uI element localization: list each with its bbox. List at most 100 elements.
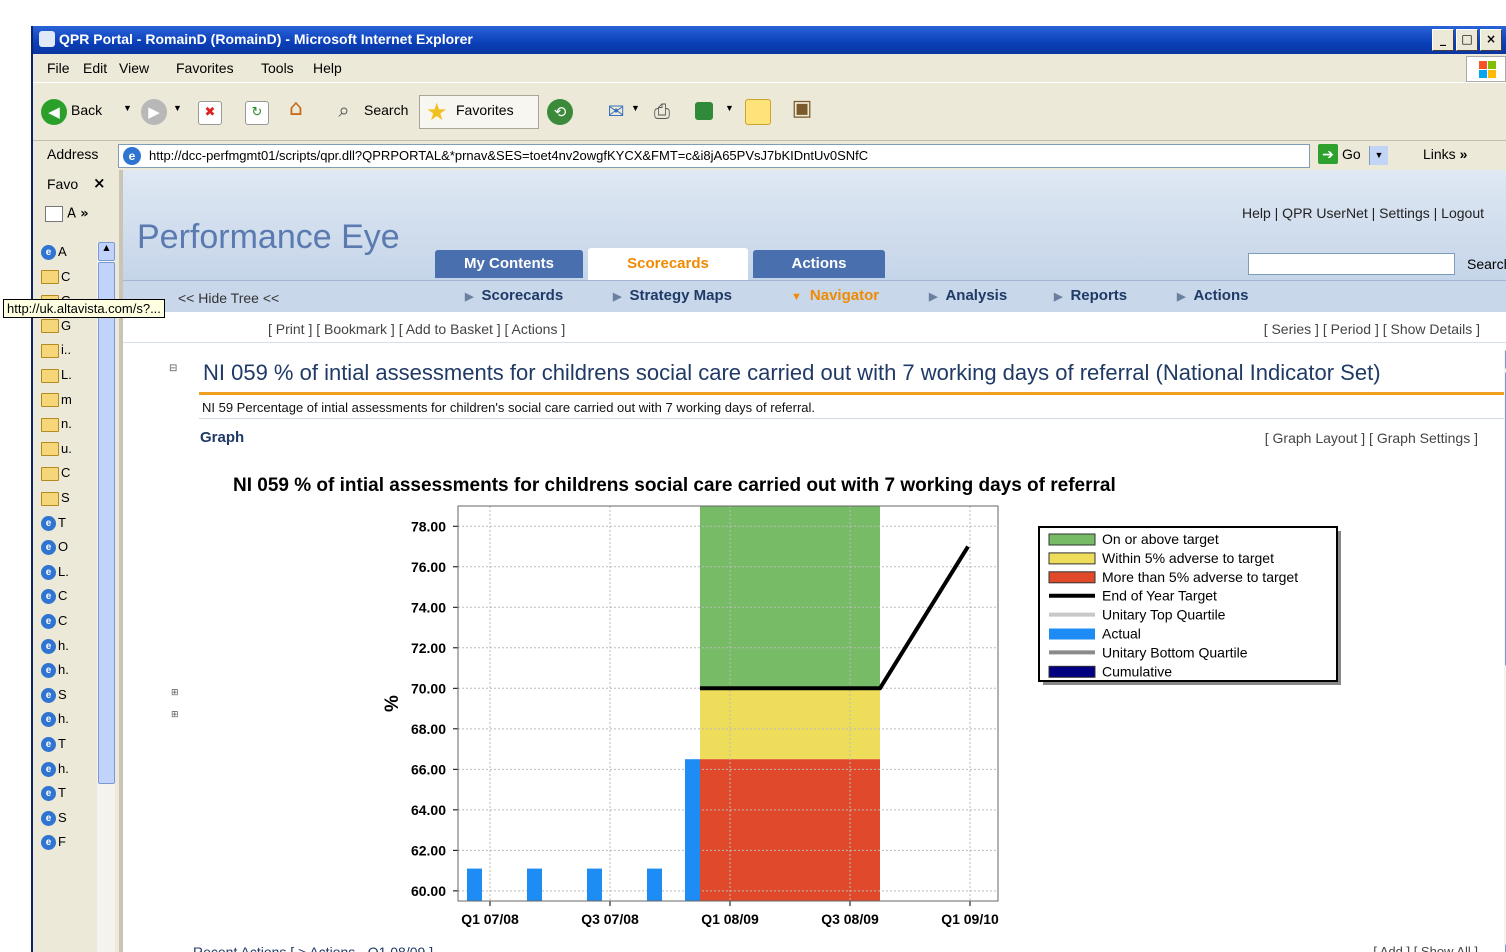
folder-icon <box>41 442 59 457</box>
favorite-item[interactable]: eF <box>41 834 66 852</box>
desktop-background <box>0 0 1506 26</box>
maximize-button[interactable]: □ <box>1456 29 1478 51</box>
favorites-close-icon[interactable]: × <box>93 174 106 192</box>
ie-page-icon: e <box>41 515 56 531</box>
favorite-item[interactable]: n. <box>41 416 72 434</box>
favorite-item[interactable]: e h. <box>41 761 69 779</box>
back-dropdown-icon[interactable]: ▼ <box>123 103 132 113</box>
y-tick-label: 60.00 <box>411 883 446 899</box>
favorites-scrollbar[interactable]: ▲ <box>97 242 115 952</box>
ie-page-icon: e <box>41 712 56 728</box>
y-tick-label: 70.00 <box>411 680 446 696</box>
favorites-button-frame[interactable]: ★ Favorites <box>419 95 539 129</box>
notes-icon[interactable] <box>745 99 771 125</box>
favorite-item[interactable]: G <box>41 318 71 336</box>
recent-actions-links[interactable]: [ Add ] [ Show All ] <box>1373 944 1478 952</box>
favorite-item[interactable]: eS <box>41 810 67 828</box>
favorite-item-label: L. <box>58 563 69 579</box>
x-tick-label: Q3 07/08 <box>581 911 639 927</box>
links-toolbar[interactable]: Links » <box>1423 146 1467 162</box>
favorite-item[interactable]: eT <box>41 785 66 803</box>
folder-icon <box>41 466 59 481</box>
y-tick-label: 62.00 <box>411 842 446 858</box>
folder-icon <box>41 270 59 285</box>
add-icon <box>45 206 63 222</box>
bar-actual <box>587 868 602 901</box>
favorite-item[interactable]: S <box>41 490 70 508</box>
add-favorite-row[interactable]: A » <box>45 206 89 222</box>
menu-edit[interactable]: Edit <box>83 60 107 76</box>
favorite-item[interactable]: e h. <box>41 662 69 680</box>
mail-icon[interactable]: ✉ <box>605 100 627 122</box>
stop-icon[interactable]: ✖ <box>198 101 222 125</box>
scroll-thumb[interactable] <box>98 262 115 784</box>
mail-dropdown-icon[interactable]: ▼ <box>631 103 640 113</box>
forward-arrow-icon[interactable]: ▶ <box>141 99 167 125</box>
folder-icon <box>41 368 59 383</box>
favorite-item[interactable]: e h. <box>41 711 69 729</box>
recent-actions[interactable]: Recent Actions [ > Actions - Q1 08/09 ] <box>193 944 433 952</box>
favorite-item[interactable]: C <box>41 269 70 287</box>
favorite-item[interactable]: eS <box>41 687 67 705</box>
windows-logo-icon <box>1466 56 1506 82</box>
ie-page-icon: e <box>41 589 56 605</box>
ie-page-icon: e <box>41 737 56 753</box>
favorite-item[interactable]: C <box>41 465 70 483</box>
menu-file[interactable]: File <box>47 60 70 76</box>
ie-page-icon: e <box>41 810 56 826</box>
scroll-up-icon[interactable]: ▲ <box>98 242 115 261</box>
window-title: QPR Portal - RomainD (RomainD) - Microso… <box>59 31 473 47</box>
title-bar[interactable]: QPR Portal - RomainD (RomainD) - Microso… <box>33 26 1506 54</box>
y-tick-label: 72.00 <box>411 640 446 656</box>
back-arrow-icon[interactable]: ◀ <box>41 99 67 125</box>
address-bar: Address e http://dcc-perfmgmt01/scripts/… <box>33 140 1506 171</box>
legend-label: Unitary Top Quartile <box>1102 607 1226 623</box>
go-arrow-icon: ➔ <box>1318 144 1338 164</box>
favorite-item[interactable]: eT <box>41 515 66 533</box>
y-tick-label: 68.00 <box>411 721 446 737</box>
legend-label: Within 5% adverse to target <box>1102 550 1274 566</box>
favorite-item[interactable]: u. <box>41 441 72 459</box>
favorite-item-label: G <box>61 317 72 333</box>
research-icon[interactable]: ▣ <box>791 98 813 120</box>
favorites-button: Favorites <box>456 102 514 118</box>
favorite-item[interactable]: eO <box>41 539 68 557</box>
favorite-item[interactable]: e h. <box>41 638 69 656</box>
favorites-pane-title: Favo <box>47 176 79 192</box>
favorite-item[interactable]: eA <box>41 244 67 262</box>
x-tick-label: Q1 09/10 <box>941 911 999 927</box>
address-dropdown-icon[interactable]: ▼ <box>1369 146 1388 165</box>
favorite-item[interactable]: m <box>41 392 72 410</box>
links-label: Links <box>1423 146 1456 162</box>
favorite-item[interactable]: e L. <box>41 564 69 582</box>
address-input[interactable]: e http://dcc-perfmgmt01/scripts/qpr.dll?… <box>118 144 1388 168</box>
search-button[interactable]: Search <box>364 102 408 118</box>
browser-window: QPR Portal - RomainD (RomainD) - Microso… <box>31 26 1506 952</box>
print-icon[interactable]: ⎙ <box>651 100 673 122</box>
favorite-item-label: T <box>58 514 66 530</box>
menu-help[interactable]: Help <box>313 60 342 76</box>
forward-dropdown-icon[interactable]: ▼ <box>173 103 182 113</box>
favorite-item[interactable]: eC <box>41 588 67 606</box>
search-icon[interactable]: ⌕ <box>333 99 355 121</box>
refresh-icon[interactable]: ↻ <box>245 101 269 125</box>
favorite-item-label: C <box>61 268 71 284</box>
close-button[interactable]: × <box>1480 29 1502 51</box>
favorite-item[interactable]: eC <box>41 613 67 631</box>
back-button[interactable]: Back <box>71 102 102 118</box>
menu-tools[interactable]: Tools <box>261 60 294 76</box>
chart: 78.00 76.00 74.00 72.00 70.00 68.00 66.00 64.00… <box>382 505 1341 927</box>
minimize-button[interactable]: _ <box>1432 29 1454 51</box>
go-button[interactable]: ➔ Go <box>1318 144 1361 164</box>
favorite-item[interactable]: L. <box>41 367 72 385</box>
history-icon[interactable]: ⟲ <box>547 99 573 125</box>
menu-view[interactable]: View <box>119 60 149 76</box>
home-icon[interactable]: ⌂ <box>285 98 307 120</box>
ie-page-icon: e <box>41 761 56 777</box>
favorite-item[interactable]: eT <box>41 736 66 754</box>
favorite-item-label: C <box>61 465 71 481</box>
favorite-item[interactable]: i.. <box>41 342 71 360</box>
edit-icon[interactable] <box>695 102 713 120</box>
edit-dropdown-icon[interactable]: ▼ <box>725 103 734 113</box>
menu-favorites[interactable]: Favorites <box>176 60 234 76</box>
